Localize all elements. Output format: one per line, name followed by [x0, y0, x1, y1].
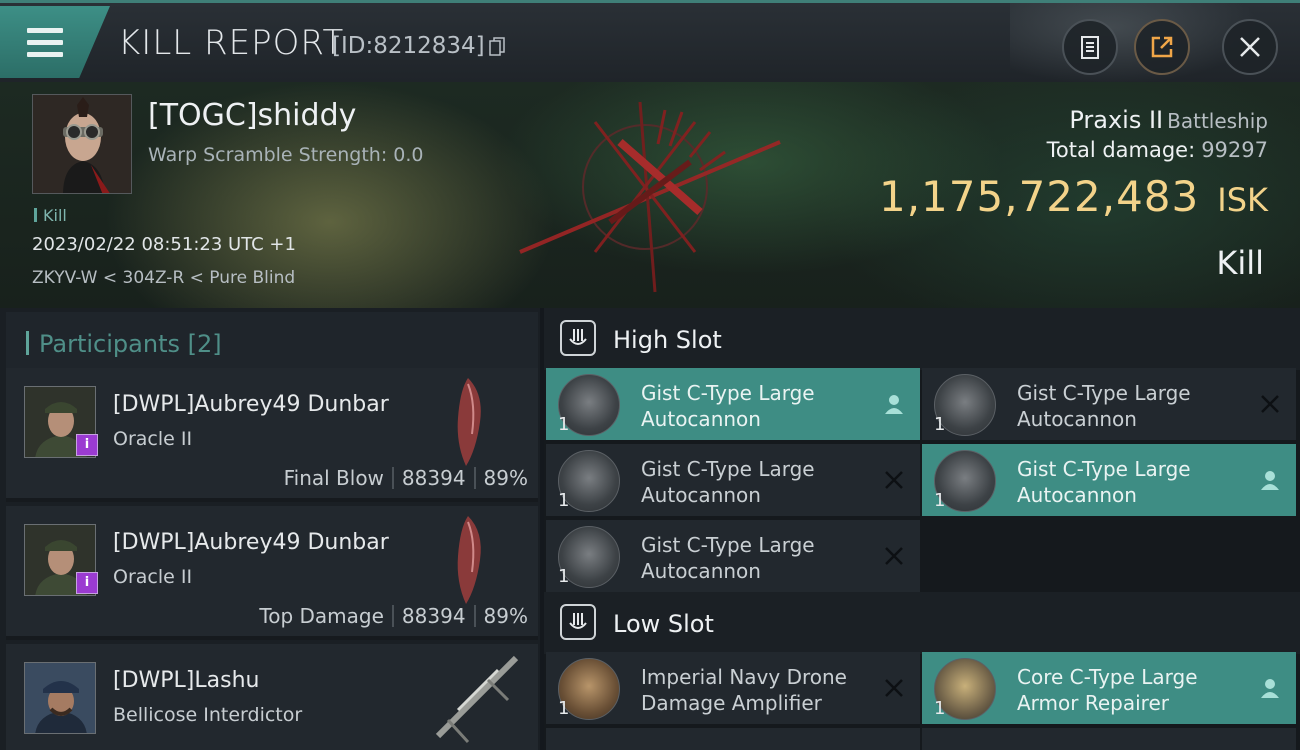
participant-ship-image	[435, 655, 519, 744]
clipboard-icon	[1081, 36, 1099, 59]
victim-ship-name: Praxis II	[1069, 106, 1164, 134]
page-title: KILL REPORT	[118, 23, 345, 63]
item-quantity: 1	[558, 566, 570, 587]
destroyed-x-icon	[885, 679, 903, 697]
item-quantity: 1	[934, 490, 946, 511]
total-damage-value: 99297	[1201, 138, 1268, 162]
participant-ship-image	[457, 378, 481, 466]
fitting-panel: High Slot 1 Gist C-Type Large Autocannon…	[544, 308, 1300, 750]
item-quantity: 1	[558, 414, 570, 435]
kill-result: Kill	[1216, 244, 1264, 282]
share-button[interactable]	[1134, 19, 1190, 75]
participant-percent: 89%	[483, 466, 528, 490]
item-name: Core C-Type Large Armor Repairer	[1017, 665, 1198, 715]
participant-row[interactable]: [DWPL]Lashu Bellicose Interdictor	[6, 644, 538, 750]
copy-icon[interactable]	[489, 37, 505, 57]
participant-ship: Oracle II	[113, 428, 193, 450]
high-slot-title: High Slot	[613, 326, 722, 354]
dropped-person-icon	[1261, 471, 1279, 490]
dropped-person-icon	[1261, 679, 1279, 698]
destroyed-x-icon	[885, 547, 903, 565]
kill-location[interactable]: ZKYV-W < 304Z-R < Pure Blind	[32, 268, 295, 288]
participant-name[interactable]: [DWPL]Aubrey49 Dunbar	[113, 392, 389, 417]
warp-scramble-strength: Warp Scramble Strength: 0.0	[148, 144, 424, 166]
slot-item[interactable]: 1 Gist C-Type Large Autocannon	[546, 520, 920, 592]
participant-percent: 89%	[483, 604, 528, 628]
slot-item[interactable]: 1 Gist C-Type Large Autocannon	[922, 368, 1296, 440]
low-slot-icon	[560, 604, 596, 640]
isk-unit: ISK	[1217, 181, 1268, 219]
victim-ship-image	[519, 101, 781, 293]
kill-datetime: 2023/02/22 08:51:23 UTC +1	[32, 234, 296, 255]
participants-panel: Participants [2] i [DWPL]Aubrey49 Dunbar…	[0, 308, 540, 750]
item-name: Imperial Navy Drone Damage Amplifier	[641, 665, 847, 715]
corp-badge: i	[76, 434, 98, 456]
low-slot-header: Low Slot	[544, 592, 1300, 654]
slot-item[interactable]: 1 Gist C-Type Large Autocannon	[546, 368, 920, 440]
participant-role: Top Damage	[259, 604, 384, 628]
victim-ship-class: Battleship	[1167, 109, 1268, 133]
close-button[interactable]	[1222, 19, 1278, 75]
isk-value: 1,175,722,483 ISK	[879, 172, 1268, 221]
participant-damage: 88394	[401, 604, 466, 628]
destroyed-x-icon	[1261, 395, 1279, 413]
slot-item[interactable]	[546, 728, 920, 750]
slot-item[interactable]	[922, 728, 1296, 750]
menu-button[interactable]	[0, 6, 110, 78]
participant-role: Final Blow	[283, 466, 384, 490]
victim-portrait[interactable]	[32, 94, 132, 194]
victim-avatar	[33, 95, 131, 193]
corp-badge: i	[76, 572, 98, 594]
header-bar: KILL REPORT [ID:8212834]	[0, 0, 1300, 85]
item-quantity: 1	[934, 414, 946, 435]
item-quantity: 1	[558, 698, 570, 719]
participant-ship: Bellicose Interdictor	[113, 704, 303, 726]
participant-stats: Final Blow 88394 89%	[284, 466, 528, 490]
menu-icon	[27, 28, 63, 58]
total-damage-label: Total damage:	[1046, 138, 1196, 162]
slot-item[interactable]: 1 Imperial Navy Drone Damage Amplifier	[546, 652, 920, 724]
share-icon	[1151, 36, 1173, 58]
dropped-person-icon	[885, 395, 903, 414]
item-quantity: 1	[558, 490, 570, 511]
high-slot-icon	[560, 320, 596, 356]
item-name: Gist C-Type Large Autocannon	[1017, 457, 1191, 507]
close-icon	[1240, 37, 1260, 57]
clipboard-button[interactable]	[1062, 19, 1118, 75]
item-name: Gist C-Type Large Autocannon	[641, 381, 815, 431]
participant-damage: 88394	[401, 466, 466, 490]
victim-name[interactable]: [TOGC]shiddy	[148, 98, 356, 133]
destroyed-x-icon	[885, 471, 903, 489]
participant-row[interactable]: i [DWPL]Aubrey49 Dunbar Oracle II Top Da…	[6, 506, 538, 640]
item-name: Gist C-Type Large Autocannon	[1017, 381, 1191, 431]
avatar	[24, 662, 96, 734]
item-quantity: 1	[934, 698, 946, 719]
participant-ship-image	[457, 516, 481, 604]
report-id: [ID:8212834]	[332, 33, 485, 59]
slot-item[interactable]: 1 Gist C-Type Large Autocannon	[922, 444, 1296, 516]
victim-banner: [TOGC]shiddy Warp Scramble Strength: 0.0…	[0, 82, 1300, 308]
slot-item[interactable]: 1 Core C-Type Large Armor Repairer	[922, 652, 1296, 724]
participant-ship: Oracle II	[113, 566, 193, 588]
participant-stats: Top Damage 88394 89%	[259, 604, 528, 628]
slot-item[interactable]: 1 Gist C-Type Large Autocannon	[546, 444, 920, 516]
item-name: Gist C-Type Large Autocannon	[641, 457, 815, 507]
participant-name[interactable]: [DWPL]Lashu	[113, 668, 259, 693]
total-damage: Total damage: 99297	[1047, 138, 1268, 162]
isk-amount: 1,175,722,483	[878, 172, 1200, 221]
victim-ship[interactable]: Praxis II Battleship	[1069, 106, 1268, 134]
kill-tag: Kill	[34, 206, 67, 225]
low-slot-title: Low Slot	[613, 610, 714, 638]
participants-title: Participants [2]	[26, 330, 222, 358]
item-name: Gist C-Type Large Autocannon	[641, 533, 815, 583]
participant-row[interactable]: i [DWPL]Aubrey49 Dunbar Oracle II Final …	[6, 368, 538, 502]
participants-header: Participants [2]	[6, 312, 538, 368]
high-slot-header: High Slot	[544, 308, 1300, 370]
participant-name[interactable]: [DWPL]Aubrey49 Dunbar	[113, 530, 389, 555]
